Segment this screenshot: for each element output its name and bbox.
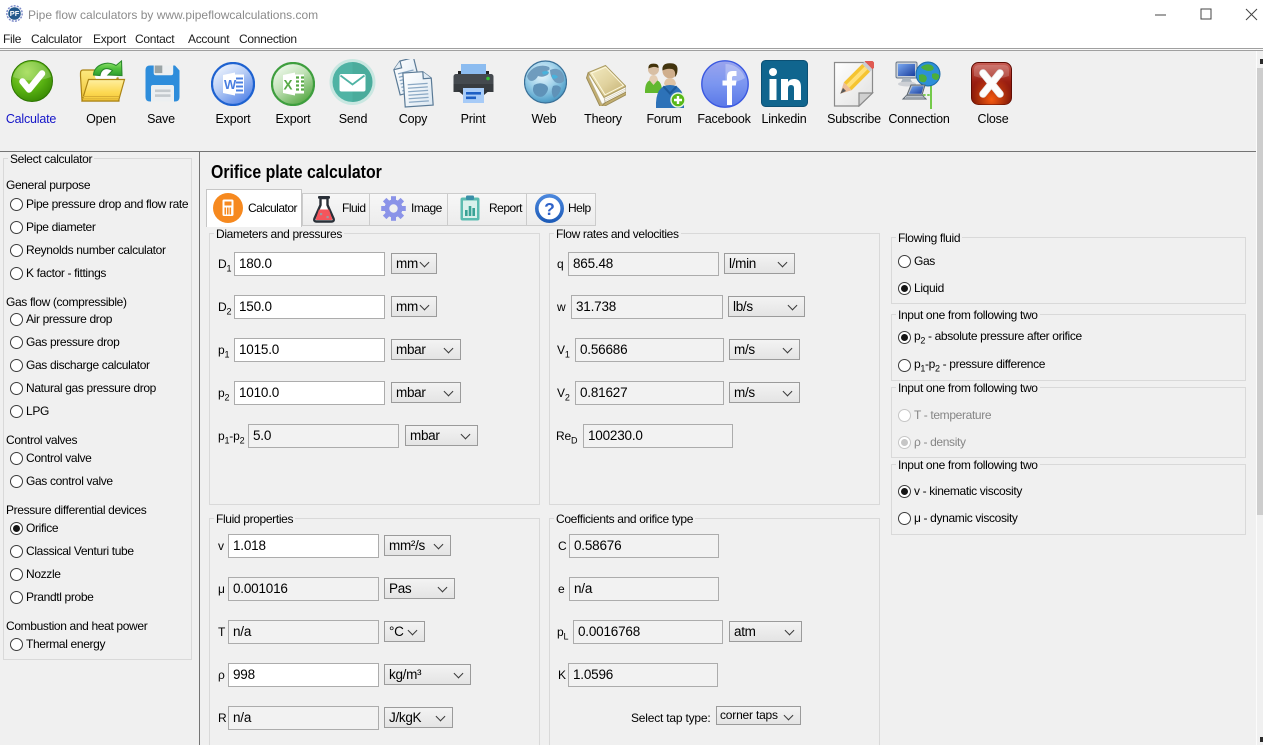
svg-text:W: W	[224, 77, 237, 92]
svg-text:PF: PF	[10, 9, 20, 18]
svg-text:X: X	[284, 78, 293, 93]
svg-text:?: ?	[544, 199, 555, 219]
